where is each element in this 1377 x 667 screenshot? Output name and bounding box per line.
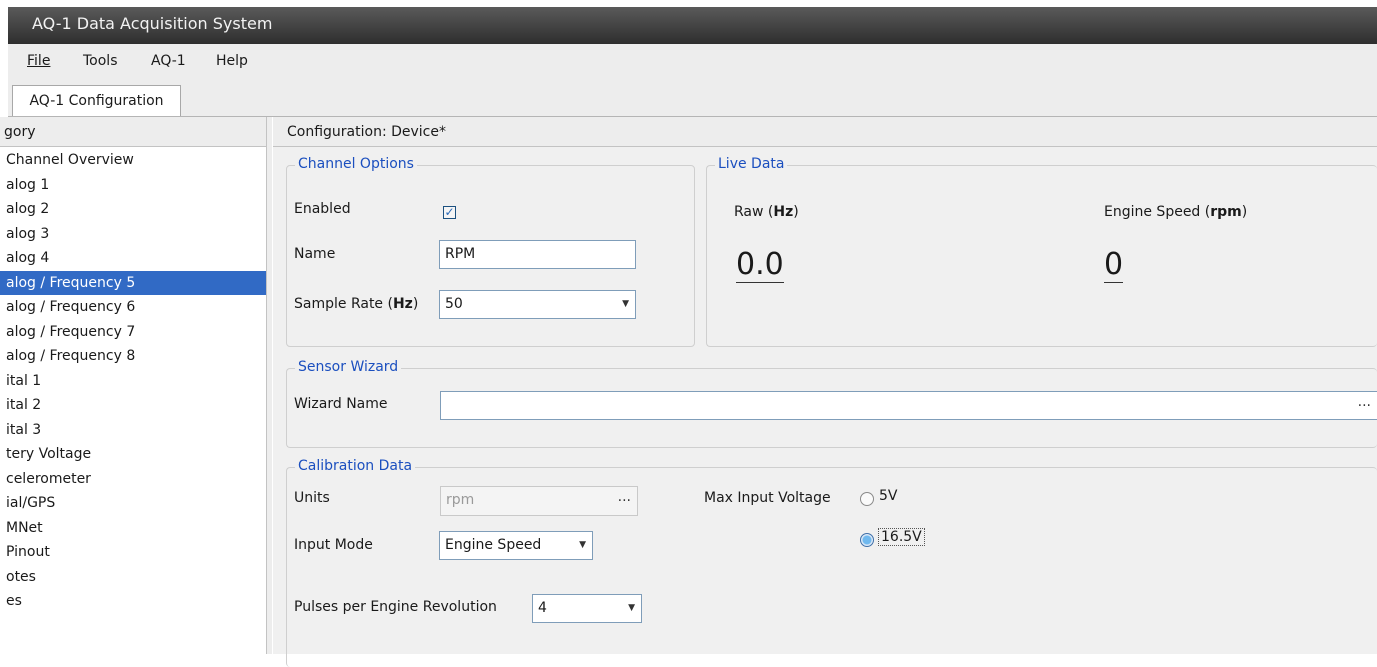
category-item[interactable]: ital 2 [0, 393, 266, 418]
category-item[interactable]: tery Voltage [0, 442, 266, 467]
category-item[interactable]: Pinout [0, 540, 266, 565]
category-item[interactable]: alog 1 [0, 173, 266, 198]
engine-speed-label-text: Engine Speed ( [1104, 204, 1211, 220]
category-panel: gory Channel Overview alog 1 alog 2 alog 3a… [0, 117, 272, 654]
live-data-group: Live Data Raw (Hz) 0.0 Engine Speed (rpm… [706, 156, 1377, 347]
chevron-down-icon: ▼ [622, 299, 629, 309]
configuration-panel: Configuration: Device* Channel Options E… [273, 117, 1377, 667]
menu-bar: File Tools AQ-1 Help [8, 44, 1377, 84]
menu-file[interactable]: File [27, 53, 50, 69]
category-item[interactable]: alog / Frequency 5 [0, 270, 266, 295]
channel-options-group: Channel Options Enabled ✓ Name RPM Sampl… [286, 156, 695, 347]
sample-rate-label-close: ) [412, 296, 419, 312]
chevron-down-icon: ▼ [579, 540, 586, 550]
channel-options-legend: Channel Options [295, 156, 417, 172]
name-label: Name [294, 246, 336, 262]
units-browse-button[interactable]: ... [618, 484, 631, 510]
sample-rate-value: 50 [445, 296, 463, 312]
input-mode-value: Engine Speed [445, 537, 542, 553]
title-bar-background[interactable]: AQ-1 Data Acquisition System [8, 7, 1377, 44]
name-field[interactable]: RPM [439, 240, 636, 269]
splitter[interactable] [266, 117, 272, 654]
category-item[interactable]: alog / Frequency 6 [0, 295, 266, 320]
menu-aq1[interactable]: AQ-1 [151, 53, 186, 69]
menu-help[interactable]: Help [216, 53, 248, 69]
sample-rate-label-text: Sample Rate ( [294, 296, 393, 312]
raw-label-close: ) [793, 204, 799, 220]
voltage-16-5v-radio[interactable] [860, 533, 874, 547]
raw-value: 0.0 [736, 247, 784, 283]
sensor-wizard-group: Sensor Wizard Wizard Name ... [286, 359, 1377, 448]
tab-strip: AQ-1 Configuration [8, 84, 1377, 117]
input-mode-dropdown[interactable]: Engine Speed ▼ [439, 531, 593, 560]
pulses-dropdown[interactable]: 4 ▼ [532, 594, 642, 623]
category-item[interactable]: es [0, 589, 266, 614]
raw-label: Raw (Hz) [734, 204, 799, 220]
units-label: Units [294, 490, 330, 506]
configuration-header: Configuration: Device* [273, 117, 1377, 147]
category-item[interactable]: alog 2 [0, 197, 266, 222]
category-item[interactable]: alog / Frequency 7 [0, 320, 266, 345]
category-header[interactable]: gory [0, 117, 270, 147]
voltage-16-5v-label[interactable]: 16.5V [878, 528, 925, 546]
engine-speed-value: 0 [1104, 247, 1124, 283]
category-item[interactable]: alog / Frequency 8 [0, 344, 266, 369]
pulses-value: 4 [538, 600, 547, 616]
category-item[interactable]: celerometer [0, 467, 266, 492]
sensor-wizard-legend: Sensor Wizard [295, 359, 402, 375]
max-input-voltage-label: Max Input Voltage [704, 490, 831, 506]
voltage-5v-radio[interactable] [860, 492, 874, 506]
category-item[interactable]: ital 3 [0, 418, 266, 443]
wizard-name-label: Wizard Name [294, 396, 388, 412]
category-item[interactable]: otes [0, 565, 266, 590]
sample-rate-unit: Hz [392, 296, 413, 312]
enabled-label: Enabled [294, 201, 351, 217]
category-item[interactable]: alog 3 [0, 222, 266, 247]
name-value: RPM [445, 246, 476, 262]
engine-speed-unit: rpm [1210, 204, 1242, 220]
sample-rate-dropdown[interactable]: 50 ▼ [439, 290, 636, 319]
menu-tools[interactable]: Tools [83, 53, 118, 69]
raw-unit: Hz [773, 204, 794, 220]
input-mode-label: Input Mode [294, 537, 373, 553]
category-list: Channel Overview alog 1 alog 2 alog 3 alog 4… [0, 148, 266, 614]
engine-speed-label: Engine Speed (rpm) [1104, 204, 1247, 220]
units-field[interactable]: rpm ... [440, 486, 638, 516]
live-data-legend: Live Data [715, 156, 788, 172]
calibration-data-legend: Calibration Data [295, 458, 416, 474]
chevron-down-icon: ▼ [628, 603, 635, 613]
engine-speed-label-close: ) [1241, 204, 1248, 220]
check-icon: ✓ [444, 205, 455, 219]
category-item[interactable]: ital 1 [0, 369, 266, 394]
enabled-checkbox[interactable]: ✓ [443, 206, 456, 219]
wizard-browse-button[interactable]: ... [1358, 389, 1371, 415]
sample-rate-label: Sample Rate (Hz) [294, 296, 418, 312]
raw-label-text: Raw ( [734, 204, 774, 220]
voltage-5v-label[interactable]: 5V [879, 488, 897, 504]
units-value: rpm [446, 492, 475, 508]
wizard-name-field[interactable]: ... [440, 391, 1377, 420]
category-item[interactable]: ial/GPS [0, 491, 266, 516]
category-item[interactable]: MNet [0, 516, 266, 541]
category-item[interactable]: Channel Overview [0, 148, 266, 173]
tab-aq1-configuration[interactable]: AQ-1 Configuration [12, 85, 181, 116]
pulses-label: Pulses per Engine Revolution [294, 599, 497, 615]
window-title: AQ-1 Data Acquisition System [32, 14, 273, 33]
category-item[interactable]: alog 4 [0, 246, 266, 271]
calibration-data-group: Calibration Data Units rpm ... Max Input… [286, 458, 1377, 667]
title-bar: AQ-1 Data Acquisition System [0, 0, 1377, 44]
